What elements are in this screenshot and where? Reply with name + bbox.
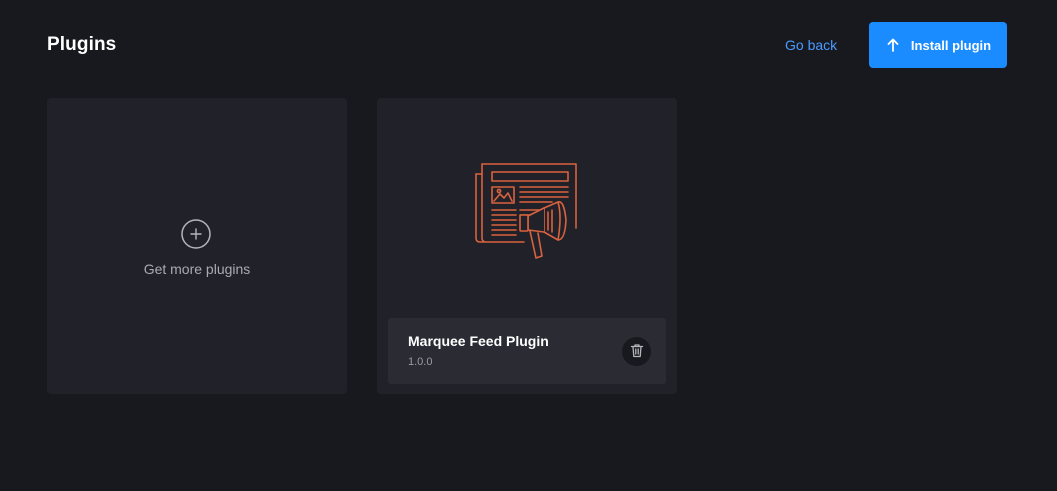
plugin-version: 1.0.0: [408, 356, 433, 368]
go-back-link[interactable]: Go back: [785, 37, 837, 53]
arrow-up-icon: [887, 38, 899, 52]
header: Plugins Go back Install plugin: [0, 0, 1057, 90]
plugin-card: Marquee Feed Plugin 1.0.0: [377, 98, 677, 394]
plugin-footer: Marquee Feed Plugin 1.0.0: [388, 318, 666, 384]
get-more-plugins-label: Get more plugins: [143, 261, 251, 277]
delete-plugin-button[interactable]: [622, 337, 651, 366]
plugin-name: Marquee Feed Plugin: [408, 333, 549, 349]
trash-icon: [630, 343, 644, 361]
newspaper-megaphone-icon: [472, 162, 582, 264]
install-plugin-button[interactable]: Install plugin: [869, 22, 1007, 68]
plus-circle-icon: [181, 219, 211, 249]
get-more-plugins-card[interactable]: Get more plugins: [47, 98, 347, 394]
install-plugin-label: Install plugin: [910, 37, 992, 53]
page-title: Plugins: [47, 34, 117, 55]
